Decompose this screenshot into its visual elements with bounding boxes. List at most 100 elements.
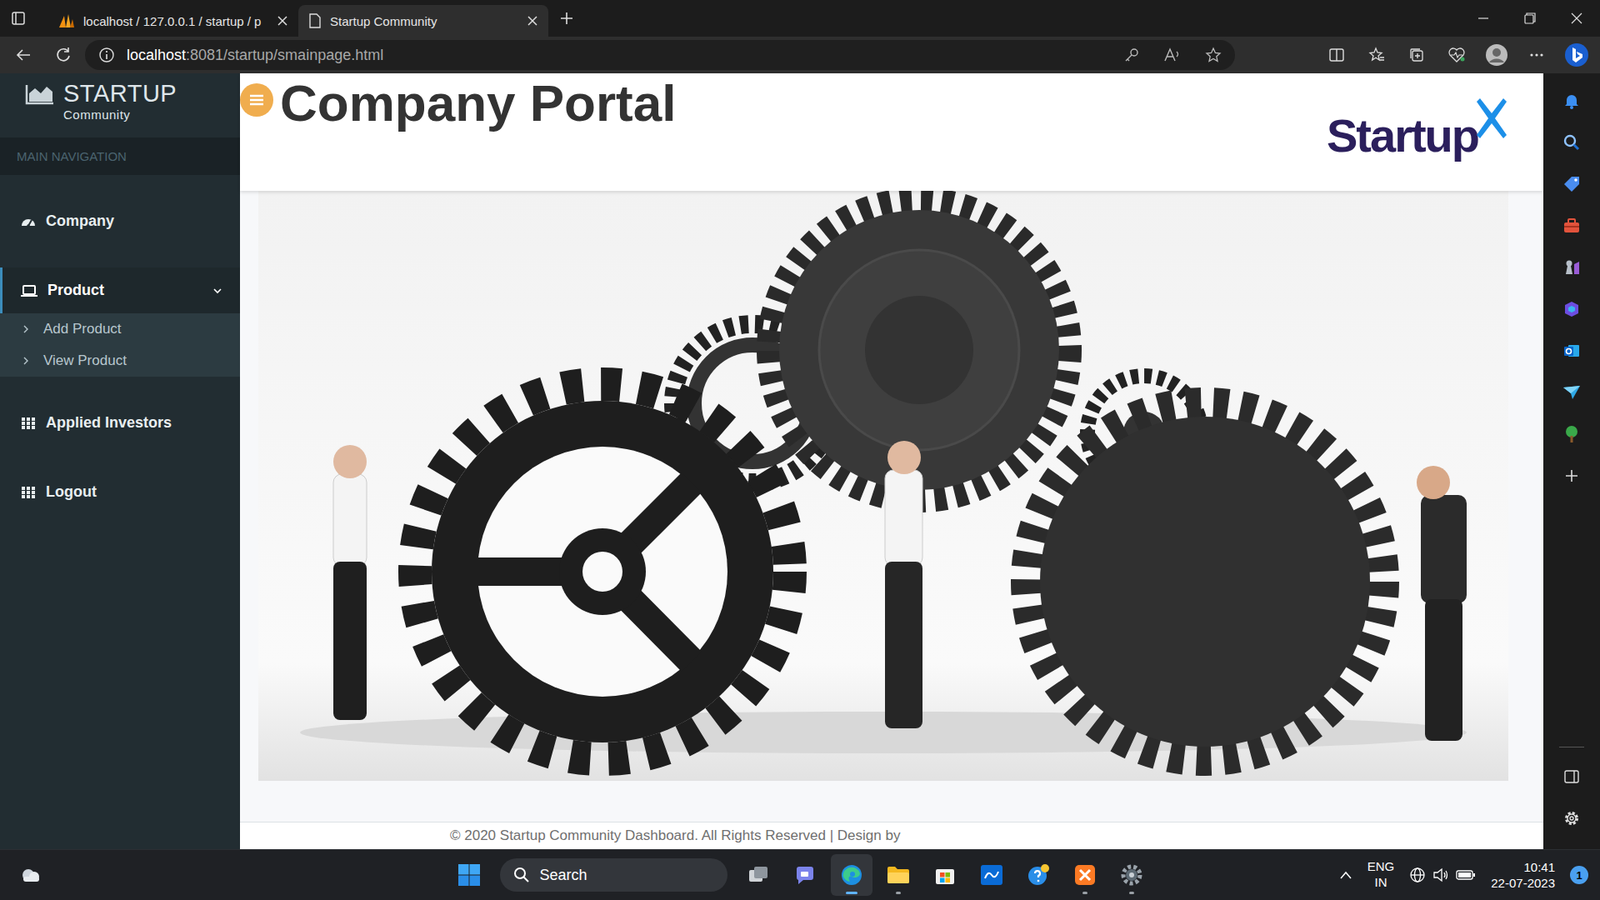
profile-button[interactable] [1478, 40, 1515, 70]
tab-label: localhost / 127.0.0.1 / startup / p [83, 14, 269, 29]
browser-tab[interactable]: localhost / 127.0.0.1 / startup / p [48, 5, 299, 37]
browser-toolbar: localhost:8081/startup/smainpage.html [0, 36, 1600, 74]
start-button[interactable] [448, 854, 490, 896]
settings-app-button[interactable] [1110, 854, 1153, 896]
gear-icon [1563, 810, 1580, 827]
startup-logo: Startup [1326, 96, 1507, 162]
get-help-button[interactable] [1017, 854, 1060, 896]
item-label: Company [45, 212, 224, 230]
chess-icon [1562, 259, 1581, 276]
dashboard-icon [20, 214, 36, 230]
minimize-button[interactable] [1460, 0, 1507, 37]
settings-button[interactable] [1553, 797, 1590, 840]
more-button[interactable] [1518, 40, 1555, 70]
plus-icon [559, 10, 575, 26]
notifications-button[interactable] [1553, 80, 1590, 122]
hide-sidebar-button[interactable] [1553, 755, 1590, 798]
laptop-icon [20, 283, 38, 299]
close-tab-icon[interactable] [526, 15, 539, 27]
heart-pulse-icon [1447, 46, 1466, 64]
battery-icon [1455, 866, 1476, 884]
refresh-button[interactable] [45, 40, 82, 70]
collections-button[interactable] [1398, 40, 1435, 70]
file-explorer-button[interactable] [877, 854, 920, 896]
myhp-icon [980, 864, 1004, 886]
search-icon [1563, 134, 1580, 151]
bing-button[interactable] [1558, 40, 1595, 70]
tag-icon [1562, 175, 1581, 193]
address-bar[interactable]: localhost:8081/startup/smainpage.html [85, 40, 1235, 70]
notification-badge[interactable]: 1 [1570, 865, 1589, 885]
tree-button[interactable] [1553, 413, 1590, 455]
task-view-button[interactable] [737, 854, 780, 896]
sidebar-item[interactable]: Applied Investors [0, 400, 240, 446]
language-indicator[interactable]: ENGIN [1367, 859, 1395, 891]
search-icon [513, 866, 530, 884]
tools-button[interactable] [1553, 205, 1590, 247]
sidebar-item[interactable]: Product [0, 267, 240, 314]
sidebar-item[interactable]: Company [0, 198, 240, 245]
add-button[interactable] [1553, 455, 1590, 497]
page-header: Company PortalStartup [240, 73, 1544, 191]
chat-button[interactable] [784, 854, 826, 896]
section-header: MAIN NAVIGATION [0, 137, 240, 175]
edge-sidebar [1543, 73, 1600, 850]
submenu-item[interactable]: View Product [0, 345, 240, 377]
myhp-button[interactable] [970, 854, 1013, 896]
submenu: Add ProductView Product [0, 313, 240, 377]
restore-button[interactable] [1506, 0, 1554, 37]
submenu-item[interactable]: Add Product [0, 313, 240, 345]
shopping-button[interactable] [1553, 163, 1590, 205]
url-text: localhost:8081/startup/smainpage.html [126, 46, 1112, 65]
back-button[interactable] [5, 40, 42, 70]
close-window-button[interactable] [1553, 0, 1600, 37]
logo-x-icon [1476, 96, 1507, 140]
clock[interactable]: 10:4122-07-2023 [1490, 859, 1555, 892]
xampp-button[interactable] [1064, 854, 1106, 896]
back-arrow-icon [15, 46, 32, 64]
panel-icon [1563, 768, 1580, 785]
split-screen-button[interactable] [1318, 40, 1355, 70]
sidebar-item[interactable]: Logout [0, 469, 240, 515]
new-tab-button[interactable] [548, 1, 585, 35]
tab-actions-button[interactable] [0, 1, 37, 35]
browser-essentials-button[interactable] [1438, 40, 1475, 70]
search-button[interactable] [1553, 121, 1590, 164]
drop-button[interactable] [1553, 371, 1590, 414]
tab-label: Startup Community [330, 14, 519, 29]
item-label: Product [47, 281, 202, 300]
browser-tab[interactable]: Startup Community [298, 5, 549, 37]
time-text: 10:41 [1523, 859, 1555, 876]
outlook-button[interactable] [1553, 330, 1590, 372]
games-button[interactable] [1553, 246, 1590, 289]
main-content: Company PortalStartup© 2020 Startup Comm… [240, 73, 1544, 850]
quick-settings[interactable] [1409, 866, 1476, 884]
brand[interactable]: STARTUPCommunity [0, 73, 240, 138]
windows-icon [457, 863, 481, 887]
star-icon[interactable] [1205, 46, 1222, 64]
split-screen-icon [1328, 46, 1345, 64]
page-icon [308, 13, 322, 29]
region-text: IN [1375, 875, 1388, 891]
brand-name: STARTUP [63, 80, 177, 108]
favorites-button[interactable] [1358, 40, 1395, 70]
store-button[interactable] [924, 854, 966, 896]
refresh-icon [55, 46, 72, 64]
minimize-icon [1477, 12, 1490, 25]
edge-button[interactable] [830, 854, 873, 896]
office-button[interactable] [1553, 288, 1590, 330]
menu-toggle-button[interactable] [240, 83, 274, 117]
speaker-icon [1432, 866, 1450, 884]
hamburger-icon [247, 91, 266, 109]
more-icon [1528, 46, 1545, 64]
collections-icon [1408, 46, 1425, 64]
network-globe-icon [1409, 866, 1426, 884]
weather-button[interactable] [10, 854, 52, 896]
close-tab-icon[interactable] [276, 15, 289, 27]
read-aloud-icon[interactable] [1163, 46, 1182, 64]
key-icon[interactable] [1123, 46, 1140, 64]
chevron-up-icon[interactable] [1339, 870, 1353, 880]
info-icon[interactable] [98, 46, 115, 64]
taskbar-search[interactable]: Search [500, 858, 728, 892]
sidebar: STARTUPCommunityMAIN NAVIGATION Company Pr… [0, 73, 240, 850]
